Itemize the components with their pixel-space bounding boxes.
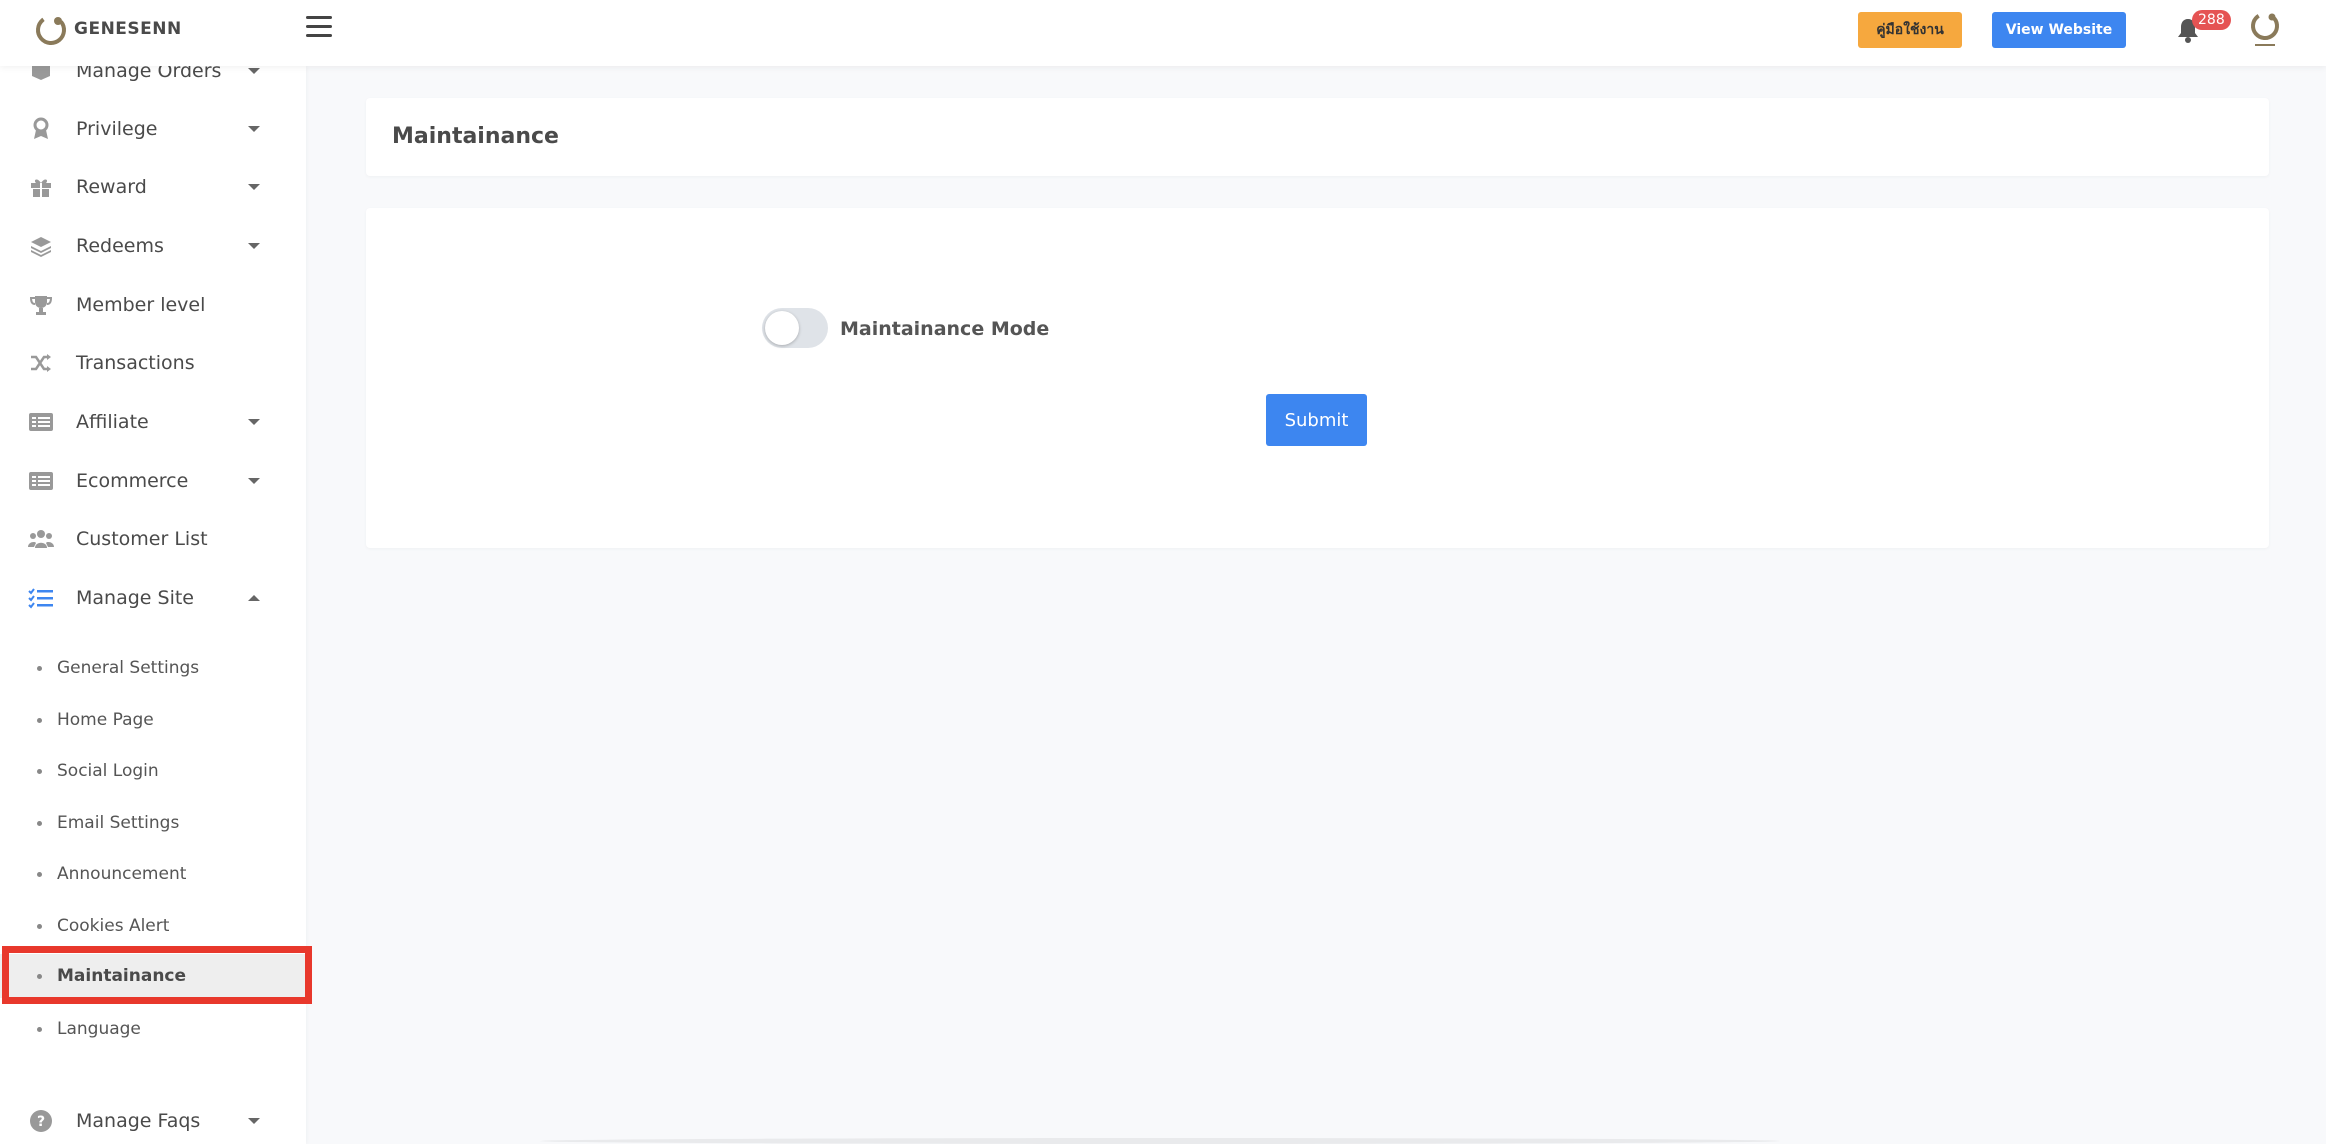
sub-item-cookies-alert[interactable]: Cookies Alert bbox=[0, 904, 306, 948]
user-manual-button[interactable]: คู่มือใช้งาน bbox=[1858, 12, 1962, 48]
sidebar-item-customer-list[interactable]: Customer List bbox=[0, 514, 306, 564]
chevron-down-icon bbox=[248, 126, 260, 132]
sidebar: Manage Orders Privilege Reward Redeems M… bbox=[0, 66, 306, 1144]
sidebar-item-label: Reward bbox=[76, 176, 147, 198]
box-icon bbox=[27, 66, 55, 85]
chevron-down-icon bbox=[248, 419, 260, 425]
gift-icon bbox=[27, 173, 55, 201]
sidebar-item-label: Privilege bbox=[76, 118, 158, 140]
svg-text:?: ? bbox=[37, 1114, 45, 1130]
sidebar-item-label: Ecommerce bbox=[76, 470, 189, 492]
sidebar-item-reward[interactable]: Reward bbox=[0, 162, 306, 212]
chevron-down-icon bbox=[248, 68, 260, 74]
sub-item-label: General Settings bbox=[57, 658, 200, 678]
sub-item-social-login[interactable]: Social Login bbox=[0, 749, 306, 793]
list-box-icon bbox=[27, 408, 55, 436]
sub-item-label: Cookies Alert bbox=[57, 916, 170, 936]
sidebar-item-label: Transactions bbox=[76, 352, 195, 374]
sidebar-item-privilege[interactable]: Privilege bbox=[0, 104, 306, 154]
page-title: Maintainance bbox=[392, 124, 559, 149]
maintenance-card: Maintainance Mode Submit bbox=[366, 208, 2269, 548]
sidebar-item-redeems[interactable]: Redeems bbox=[0, 221, 306, 271]
sidebar-item-label: Affiliate bbox=[76, 411, 149, 433]
sub-item-label: Announcement bbox=[57, 864, 187, 884]
sidebar-item-affiliate[interactable]: Affiliate bbox=[0, 397, 306, 447]
sidebar-item-label: Customer List bbox=[76, 528, 208, 550]
logo-mark-icon bbox=[36, 15, 66, 45]
sidebar-item-label: Manage Orders bbox=[76, 66, 222, 82]
user-avatar-icon[interactable] bbox=[2246, 8, 2284, 50]
toggle-knob bbox=[765, 311, 799, 345]
sidebar-item-transactions[interactable]: Transactions bbox=[0, 338, 306, 388]
checklist-icon bbox=[27, 584, 55, 612]
maintenance-mode-label: Maintainance Mode bbox=[840, 318, 1050, 340]
sidebar-item-ecommerce[interactable]: Ecommerce bbox=[0, 456, 306, 506]
submit-button[interactable]: Submit bbox=[1266, 394, 1367, 446]
notification-count-badge: 288 bbox=[2192, 10, 2231, 30]
sidebar-item-manage-site[interactable]: Manage Site bbox=[0, 573, 306, 623]
brand-name: GENESENN bbox=[74, 19, 182, 39]
sidebar-item-label: Manage Site bbox=[76, 587, 194, 609]
brand-logo[interactable]: GENESENN bbox=[34, 11, 182, 47]
sub-item-label: Language bbox=[57, 1019, 141, 1039]
award-icon bbox=[27, 115, 55, 143]
shuffle-icon bbox=[27, 349, 55, 377]
question-circle-icon: ? bbox=[27, 1107, 55, 1135]
chevron-up-icon bbox=[248, 595, 260, 601]
sidebar-item-manage-faqs[interactable]: ? Manage Faqs bbox=[0, 1096, 306, 1144]
scroll-shadow bbox=[540, 1138, 1780, 1144]
chevron-down-icon bbox=[248, 184, 260, 190]
chevron-down-icon bbox=[248, 243, 260, 249]
chevron-down-icon bbox=[248, 1118, 260, 1124]
trophy-icon bbox=[27, 291, 55, 319]
sub-item-home-page[interactable]: Home Page bbox=[0, 698, 306, 742]
sub-item-language[interactable]: Language bbox=[0, 1007, 306, 1051]
layers-icon bbox=[27, 232, 55, 260]
sidebar-item-member-level[interactable]: Member level bbox=[0, 280, 306, 330]
sidebar-item-label: Redeems bbox=[76, 235, 164, 257]
list-box-icon bbox=[27, 467, 55, 495]
sub-item-announcement[interactable]: Announcement bbox=[0, 852, 306, 896]
users-icon bbox=[27, 525, 55, 553]
hamburger-menu-icon[interactable] bbox=[306, 16, 332, 40]
sidebar-item-label: Manage Faqs bbox=[76, 1110, 201, 1132]
sidebar-item-label: Member level bbox=[76, 294, 206, 316]
sub-item-general-settings[interactable]: General Settings bbox=[0, 646, 306, 690]
sub-item-label: Maintainance bbox=[57, 966, 187, 986]
sub-item-email-settings[interactable]: Email Settings bbox=[0, 801, 306, 845]
view-website-button[interactable]: View Website bbox=[1992, 12, 2126, 48]
maintenance-mode-toggle[interactable] bbox=[762, 308, 828, 348]
top-bar: GENESENN คู่มือใช้งาน View Website 288 bbox=[0, 0, 2326, 66]
page-header: Maintainance bbox=[366, 98, 2269, 176]
sub-item-label: Email Settings bbox=[57, 813, 180, 833]
sub-item-label: Home Page bbox=[57, 710, 154, 730]
chevron-down-icon bbox=[248, 478, 260, 484]
sidebar-item-manage-orders[interactable]: Manage Orders bbox=[0, 66, 306, 96]
sub-item-label: Social Login bbox=[57, 761, 159, 781]
sub-item-maintainance[interactable]: Maintainance bbox=[0, 954, 306, 998]
